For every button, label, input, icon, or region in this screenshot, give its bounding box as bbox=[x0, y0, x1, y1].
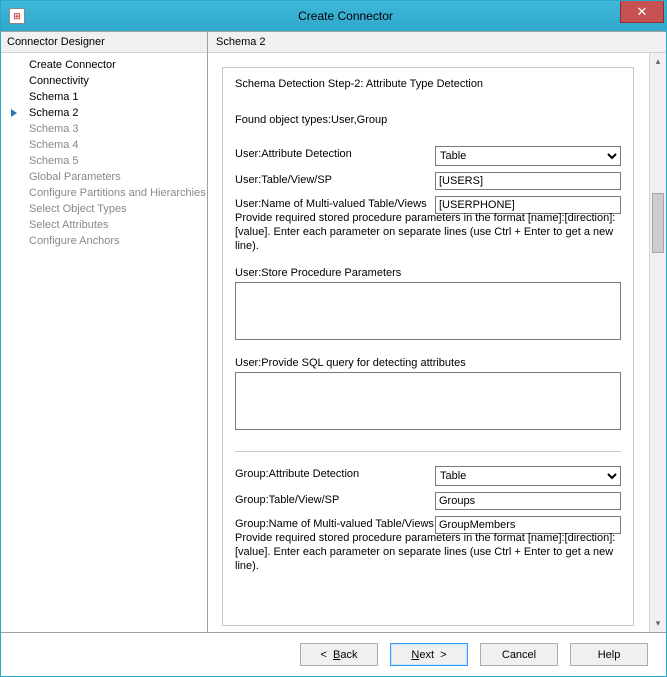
nav-item-schema-3[interactable]: Schema 3 bbox=[1, 121, 207, 137]
group-tvs-label: Group:Table/View/SP bbox=[235, 492, 435, 506]
user-tvs-input[interactable] bbox=[435, 172, 621, 190]
nav-item-schema-5[interactable]: Schema 5 bbox=[1, 153, 207, 169]
vertical-scrollbar[interactable]: ▴ ▾ bbox=[649, 53, 666, 632]
main-panel: Schema 2 Schema Detection Step-2: Attrib… bbox=[208, 32, 666, 632]
scroll-up-icon[interactable]: ▴ bbox=[650, 53, 666, 70]
nav-item-global-parameters[interactable]: Global Parameters bbox=[1, 169, 207, 185]
nav-list: Create Connector Connectivity Schema 1 S… bbox=[1, 53, 207, 253]
user-sp-params-label: User:Store Procedure Parameters bbox=[235, 267, 621, 279]
content: Schema Detection Step-2: Attribute Type … bbox=[208, 53, 648, 632]
next-button[interactable]: Next > bbox=[390, 643, 468, 666]
dialog-body: Connector Designer Create Connector Conn… bbox=[1, 31, 666, 632]
user-hint: Provide required stored procedure parame… bbox=[235, 212, 621, 253]
close-button[interactable]: ✕ bbox=[620, 1, 664, 23]
group-attr-detection-label: Group:Attribute Detection bbox=[235, 466, 435, 480]
group-hint: Provide required stored procedure parame… bbox=[235, 532, 621, 573]
window: ⊞ Create Connector ✕ Connector Designer … bbox=[0, 0, 667, 677]
user-attr-detection-label: User:Attribute Detection bbox=[235, 146, 435, 160]
scroll-thumb[interactable] bbox=[652, 193, 664, 253]
close-icon: ✕ bbox=[637, 4, 648, 20]
footer: < Back Next > Cancel Help bbox=[1, 632, 666, 676]
form-group: Schema Detection Step-2: Attribute Type … bbox=[222, 67, 634, 626]
step-title: Schema Detection Step-2: Attribute Type … bbox=[235, 78, 621, 90]
back-button[interactable]: < Back bbox=[300, 643, 378, 666]
group-attr-detection-select[interactable]: Table bbox=[435, 466, 621, 486]
window-title: Create Connector bbox=[25, 9, 666, 23]
sidebar: Connector Designer Create Connector Conn… bbox=[1, 32, 208, 632]
main-header: Schema 2 bbox=[208, 32, 666, 53]
titlebar: ⊞ Create Connector ✕ bbox=[1, 1, 666, 31]
app-icon: ⊞ bbox=[9, 8, 25, 24]
user-sql-textarea[interactable] bbox=[235, 372, 621, 430]
group-tvs-input[interactable] bbox=[435, 492, 621, 510]
nav-item-schema-2[interactable]: Schema 2 bbox=[1, 105, 207, 121]
user-sql-label: User:Provide SQL query for detecting att… bbox=[235, 357, 621, 369]
nav-item-create-connector[interactable]: Create Connector bbox=[1, 57, 207, 73]
cancel-button[interactable]: Cancel bbox=[480, 643, 558, 666]
nav-item-select-object-types[interactable]: Select Object Types bbox=[1, 201, 207, 217]
sidebar-header: Connector Designer bbox=[1, 32, 207, 53]
nav-item-configure-partitions[interactable]: Configure Partitions and Hierarchies bbox=[1, 185, 207, 201]
nav-item-schema-1[interactable]: Schema 1 bbox=[1, 89, 207, 105]
found-object-types: Found object types:User,Group bbox=[235, 114, 621, 126]
user-sp-params-textarea[interactable] bbox=[235, 282, 621, 340]
scroll-down-icon[interactable]: ▾ bbox=[650, 615, 666, 632]
user-tvs-label: User:Table/View/SP bbox=[235, 172, 435, 186]
separator bbox=[235, 451, 621, 452]
help-button[interactable]: Help bbox=[570, 643, 648, 666]
nav-item-connectivity[interactable]: Connectivity bbox=[1, 73, 207, 89]
nav-item-configure-anchors[interactable]: Configure Anchors bbox=[1, 233, 207, 249]
nav-item-schema-4[interactable]: Schema 4 bbox=[1, 137, 207, 153]
content-scroll-area: Schema Detection Step-2: Attribute Type … bbox=[208, 53, 666, 632]
user-attr-detection-select[interactable]: Table bbox=[435, 146, 621, 166]
user-mv-label: User:Name of Multi-valued Table/Views bbox=[235, 196, 435, 210]
nav-item-select-attributes[interactable]: Select Attributes bbox=[1, 217, 207, 233]
group-mv-label: Group:Name of Multi-valued Table/Views bbox=[235, 516, 435, 530]
